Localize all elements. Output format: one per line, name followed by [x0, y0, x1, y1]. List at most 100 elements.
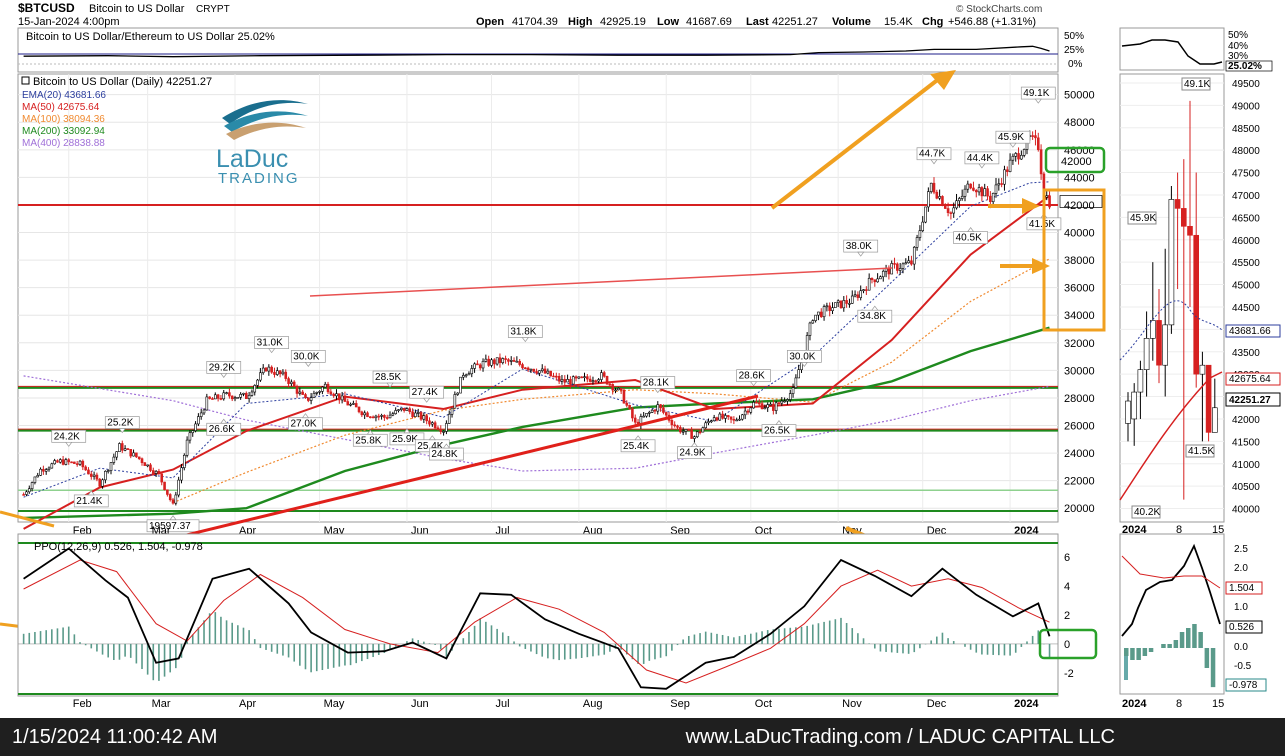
ppo-histogram-bar: [761, 631, 763, 644]
candle-body: [168, 494, 172, 501]
candle-body: [329, 391, 333, 395]
candle-body: [374, 415, 378, 419]
candle-body: [27, 488, 31, 493]
ppo-histogram-bar: [428, 643, 431, 644]
candle-body: [766, 404, 770, 408]
candle-body: [352, 403, 355, 405]
candle-body: [873, 279, 877, 283]
candle-body: [608, 383, 612, 386]
zoom-candle-body: [1150, 320, 1156, 339]
candle-body: [870, 277, 874, 281]
candle-body: [174, 494, 178, 504]
candle-body: [228, 392, 231, 397]
ppo-histogram-bar: [671, 643, 673, 651]
ppo-histogram-bar: [293, 643, 296, 662]
candle-body: [109, 462, 113, 471]
candle-body: [865, 289, 868, 291]
candle-body: [788, 393, 792, 400]
ppo-histogram-bar: [828, 620, 831, 644]
candle-body: [571, 376, 575, 385]
annotation-label: 25.2K: [107, 418, 133, 429]
candle-body: [326, 383, 330, 393]
zoom-label-45-9k: 45.9K: [1130, 213, 1156, 224]
annotation-label: 44.4K: [967, 153, 993, 164]
candle-body: [1000, 183, 1003, 185]
candle-body: [338, 393, 341, 401]
candle-body: [834, 302, 837, 308]
candle-body: [157, 470, 161, 475]
ppo-histogram-bar: [439, 643, 442, 650]
candle-body: [75, 463, 79, 465]
y-tick-label: 50000: [1064, 90, 1095, 102]
candle-body: [264, 367, 268, 372]
ppo-histogram-bar: [975, 643, 978, 653]
zoom-value-tags: 43681.66 42675.64 42251.27: [1225, 324, 1281, 407]
candle-body: [149, 464, 152, 471]
candle-body: [927, 191, 930, 208]
annotation-label: 25.9K: [392, 434, 418, 445]
candle-body: [106, 470, 110, 472]
candle-body: [746, 410, 750, 413]
candle-body: [132, 452, 135, 457]
candle-body: [814, 314, 817, 321]
candle-body: [656, 404, 660, 412]
svg-text:2.5: 2.5: [1234, 544, 1248, 555]
ppo-x-tick-label: Jun: [411, 698, 429, 710]
ppo-histogram-bar: [575, 643, 577, 659]
y-tick-label: 24000: [1064, 448, 1095, 460]
ppo-x-tick-label: Mar: [152, 698, 171, 710]
zoom-ppo-histogram-bar: [1148, 648, 1154, 652]
candle-body: [208, 396, 211, 399]
candle-body: [419, 412, 423, 420]
candle-body: [822, 306, 826, 318]
candle-body: [972, 187, 975, 191]
candle-body: [687, 429, 691, 431]
ppo-histogram-bar: [248, 630, 250, 644]
ppo-histogram-bar: [530, 643, 532, 652]
candle-body: [439, 429, 443, 432]
candle-body: [456, 392, 459, 395]
candle-body: [777, 402, 781, 405]
candle-body: [39, 468, 42, 476]
candle-body: [312, 393, 316, 398]
ppo-histogram-bar: [586, 643, 589, 658]
candle-body: [676, 425, 679, 428]
candle-body: [120, 443, 124, 451]
candle-body: [30, 482, 34, 489]
ppo-histogram-bar: [654, 643, 656, 660]
annotation-label: 34.8K: [860, 311, 886, 322]
candle-body: [442, 431, 445, 433]
ppo-histogram-bar: [39, 631, 42, 644]
annotation-label: 21.4K: [76, 496, 102, 507]
candle-body: [431, 422, 434, 425]
candle-body: [89, 473, 93, 477]
ppo-histogram-bar: [1014, 643, 1017, 653]
annotation-label: 45.9K: [998, 132, 1024, 143]
ppo-histogram-bar: [783, 628, 786, 644]
candle-body: [101, 479, 104, 487]
ppo-histogram-bar: [1048, 643, 1051, 659]
ppo-histogram-bar: [152, 643, 155, 681]
ppo-histogram-bar: [558, 643, 560, 661]
zoom-candle-body: [1174, 199, 1181, 209]
candle-body: [98, 478, 102, 487]
candle-body: [690, 430, 693, 439]
svg-text:1.0: 1.0: [1234, 602, 1248, 613]
candle-body: [622, 389, 626, 404]
ppo-histogram-bar: [315, 643, 318, 672]
candle-body: [529, 368, 533, 371]
open-label: Open: [476, 16, 504, 28]
candle-body: [47, 467, 51, 470]
y-tick-label: 48000: [1064, 117, 1095, 129]
candle-body: [1039, 149, 1043, 175]
candle-body: [56, 460, 59, 463]
ppo-histogram-bar: [124, 643, 126, 657]
candle-body: [304, 394, 307, 399]
tag-last: 42251.27: [1229, 395, 1271, 406]
ppo-histogram-bar: [642, 643, 645, 664]
ppo-histogram-bar: [225, 620, 228, 644]
zoom-candle-body: [1125, 400, 1131, 424]
ppo-histogram-bar: [332, 643, 335, 668]
ppo-x-tick-label: 2024: [1014, 698, 1039, 710]
ppo-histogram-bar: [344, 643, 346, 666]
